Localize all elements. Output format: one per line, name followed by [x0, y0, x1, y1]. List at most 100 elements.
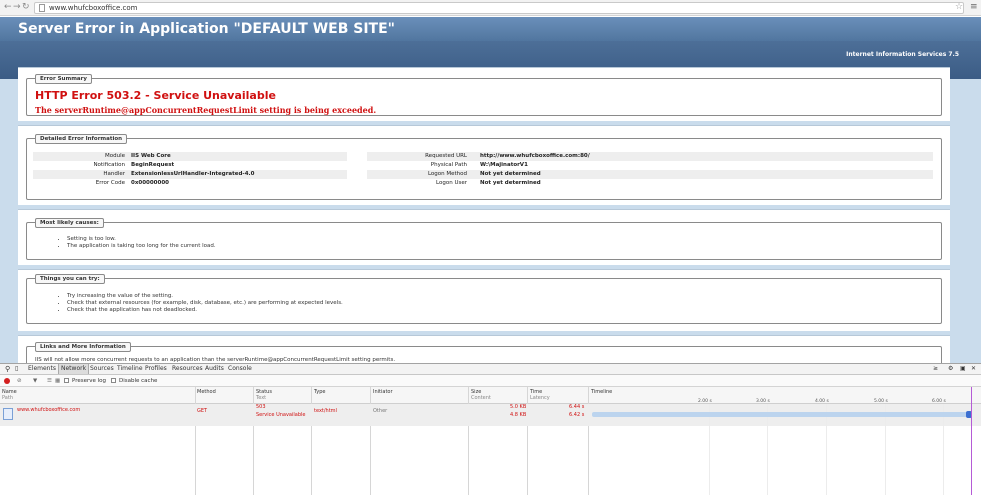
browser-toolbar: ← → ↻ www.whufcboxoffice.com ☆ ≡	[0, 0, 981, 16]
column-size[interactable]: Size Content	[471, 389, 491, 401]
devtools-panel: ⚲ ▯ Elements Network Sources Timeline Pr…	[0, 363, 981, 495]
column-name[interactable]: Name Path	[2, 389, 17, 401]
timeline-gridline	[943, 404, 944, 495]
request-content-size: 4.8 KB	[510, 412, 527, 418]
detail-label: Module	[105, 153, 125, 159]
settings-icon[interactable]: ⚙	[946, 364, 955, 374]
server-version: Internet Information Services 7.5	[846, 51, 959, 58]
causes-legend: Most likely causes:	[35, 218, 104, 228]
detail-label: Logon Method	[427, 171, 467, 177]
try-panel: Things you can try: Try increasing the v…	[18, 269, 950, 331]
detail-label: Error Code	[95, 180, 125, 186]
tab-resources[interactable]: Resources	[170, 364, 205, 374]
detail-value: Not yet determined	[480, 171, 541, 177]
error-summary-legend: Error Summary	[35, 74, 92, 84]
disable-cache-label: Disable cache	[119, 378, 158, 384]
tab-elements[interactable]: Elements	[26, 364, 58, 374]
request-time: 6.44 s	[569, 404, 585, 410]
causes-list: Setting is too low. The application is t…	[67, 236, 216, 250]
detail-row-error-code: Error Code 0x00000000	[33, 179, 347, 188]
error-summary-box: Error Summary HTTP Error 503.2 - Service…	[26, 74, 942, 116]
try-list: Try increasing the value of the setting.…	[67, 293, 343, 314]
tab-sources[interactable]: Sources	[88, 364, 116, 374]
tab-network[interactable]: Network	[58, 364, 90, 374]
hamburger-menu-icon[interactable]: ≡	[970, 2, 978, 13]
links-box: Links and More Information IIS will not …	[26, 342, 942, 363]
error-message: The serverRuntime@appConcurrentRequestLi…	[35, 105, 377, 115]
timeline-gridline	[709, 404, 710, 495]
tab-audits[interactable]: Audits	[203, 364, 226, 374]
detail-label: Logon User	[436, 180, 467, 186]
detail-row-notification: Notification BeginRequest	[33, 161, 347, 170]
close-icon[interactable]: ✕	[969, 364, 978, 374]
detail-row-module: Module IIS Web Core	[33, 152, 347, 161]
detail-row-logon-method: Logon Method Not yet determined	[367, 170, 933, 179]
arrow-right-icon[interactable]: →	[13, 2, 21, 13]
detail-label: Handler	[103, 171, 125, 177]
tab-console[interactable]: Console	[226, 364, 254, 374]
dock-icon[interactable]: ▣	[958, 364, 968, 374]
device-mode-icon[interactable]: ▯	[13, 364, 20, 374]
links-legend: Links and More Information	[35, 342, 131, 352]
try-legend: Things you can try:	[35, 274, 105, 284]
waterfall-bar[interactable]	[592, 412, 970, 417]
console-drawer-icon[interactable]: ≥	[931, 364, 940, 374]
detail-value: ExtensionlessUrlHandler-Integrated-4.0	[131, 171, 255, 177]
preserve-log-checkbox[interactable]	[64, 378, 69, 383]
request-latency: 6.42 s	[569, 412, 585, 418]
star-icon[interactable]: ☆	[955, 2, 963, 13]
column-status[interactable]: Status Text	[256, 389, 272, 401]
column-timeline[interactable]: Timeline	[591, 389, 612, 395]
detail-row-physical-path: Physical Path W:\MajinatorV1	[367, 161, 933, 170]
request-status: 503	[256, 404, 266, 410]
detailed-error-panel: Detailed Error Information Module IIS We…	[18, 125, 950, 205]
detail-value: http://www.whufcboxoffice.com:80/	[480, 153, 590, 159]
detail-value: BeginRequest	[131, 162, 175, 168]
detail-value: 0x00000000	[131, 180, 169, 186]
clear-icon[interactable]: ⊘	[17, 375, 22, 387]
tab-timeline[interactable]: Timeline	[115, 364, 145, 374]
overview-icon[interactable]: ▦	[55, 375, 60, 387]
detail-value: Not yet determined	[480, 180, 541, 186]
timeline-gridline	[767, 404, 768, 495]
column-method[interactable]: Method	[197, 389, 216, 395]
links-panel: Links and More Information IIS will not …	[18, 335, 950, 363]
request-size: 5.0 KB	[510, 404, 527, 410]
list-item: Check that the application has not deadl…	[67, 307, 343, 314]
list-view-icon[interactable]: ☰	[47, 375, 52, 387]
column-initiator[interactable]: Initiator	[373, 389, 393, 395]
detailed-error-legend: Detailed Error Information	[35, 134, 128, 144]
arrow-left-icon[interactable]: ←	[4, 2, 12, 13]
detail-row-logon-user: Logon User Not yet determined	[367, 179, 933, 188]
filter-icon[interactable]: ▼	[33, 375, 37, 387]
disable-cache-checkbox[interactable]	[111, 378, 116, 383]
devtools-tabbar: ⚲ ▯ Elements Network Sources Timeline Pr…	[0, 364, 981, 375]
tab-profiles[interactable]: Profiles	[143, 364, 169, 374]
timeline-gridline	[826, 404, 827, 495]
timeline-gridline	[885, 404, 886, 495]
request-method: GET	[197, 408, 208, 414]
search-icon[interactable]: ⚲	[3, 364, 12, 374]
document-icon	[3, 408, 13, 420]
page-title: Server Error in Application "DEFAULT WEB…	[18, 21, 395, 37]
detail-value: IIS Web Core	[131, 153, 171, 159]
detail-label: Physical Path	[430, 162, 467, 168]
causes-box: Most likely causes: Setting is too low. …	[26, 218, 942, 260]
load-event-line	[971, 387, 972, 495]
detailed-error-box: Detailed Error Information Module IIS We…	[26, 134, 942, 200]
network-toolbar: ⊘ ▼ ☰ ▦ Preserve log Disable cache	[0, 375, 981, 387]
page-icon	[39, 4, 45, 12]
address-bar[interactable]: www.whufcboxoffice.com	[34, 2, 964, 14]
list-item: The application is taking too long for t…	[67, 243, 216, 250]
detail-value: W:\MajinatorV1	[480, 162, 528, 168]
list-item: Setting is too low.	[67, 236, 216, 243]
column-time[interactable]: Time Latency	[530, 389, 550, 401]
request-name[interactable]: www.whufcboxoffice.com	[17, 407, 80, 414]
request-initiator: Other	[373, 408, 388, 414]
list-item: Try increasing the value of the setting.	[67, 293, 343, 300]
reload-icon[interactable]: ↻	[22, 2, 30, 13]
detail-label: Requested URL	[425, 153, 467, 159]
list-item: Check that external resources (for examp…	[67, 300, 343, 307]
record-icon[interactable]	[4, 378, 10, 384]
column-type[interactable]: Type	[314, 389, 325, 395]
